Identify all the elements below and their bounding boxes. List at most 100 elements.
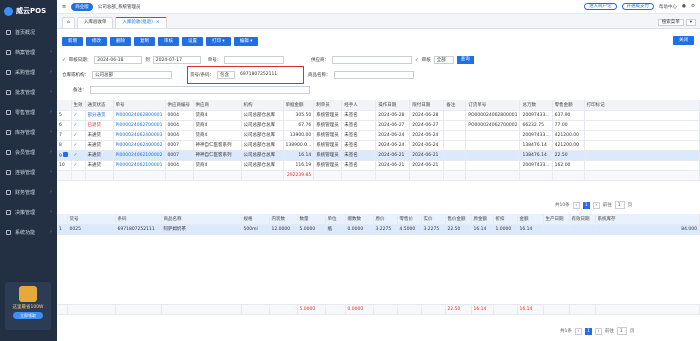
goto-input[interactable]: 1: [616, 327, 627, 335]
close-button[interactable]: 关闭: [673, 36, 694, 45]
tab-receipt-return[interactable]: 入库验收(批退) ×: [115, 17, 167, 28]
warehouse-input[interactable]: 公司总部: [92, 71, 172, 79]
cell: [241, 170, 284, 181]
print-button[interactable]: 打印 ▾: [206, 36, 231, 46]
cell: 162.00: [552, 160, 585, 171]
table-row[interactable]: 10 ✓ 未通货 PI000024062100001 0004 货商4 公司总部仓总库 116…: [57, 160, 700, 171]
date-to-input[interactable]: 2024-07-17: [152, 56, 201, 64]
nav-wholesale[interactable]: 批发管理 ›: [0, 82, 57, 102]
settings-icon[interactable]: ⚙: [691, 4, 695, 9]
cell: [443, 110, 467, 121]
nav-finance[interactable]: 财务管理 ›: [0, 182, 57, 202]
order-input[interactable]: [224, 56, 285, 64]
box-icon: [6, 89, 11, 95]
cell: 2024-06-24: [375, 130, 411, 141]
promo-button[interactable]: 立即领取: [13, 312, 43, 319]
edit-button[interactable]: 修改: [86, 36, 107, 46]
cell: [421, 304, 446, 315]
upgrade-button[interactable]: 开通威支付: [621, 3, 655, 10]
nav-stock[interactable]: 库存管理 ›: [0, 122, 57, 142]
cell: 2024-06-28: [375, 110, 411, 121]
cell: PI000024062100001: [113, 160, 166, 171]
tab-home[interactable]: ⌂: [62, 17, 75, 28]
close-icon[interactable]: ×: [156, 18, 160, 28]
add-button[interactable]: 新增: [62, 36, 83, 46]
table-row[interactable]: 8 ✓ 未通货 PI000024062400002 0007 神神自仁医客系列 公司总部仓总…: [57, 140, 700, 151]
nav-chain[interactable]: 连锁管理 ›: [0, 162, 57, 182]
cell: PI000024062100002: [113, 150, 166, 161]
audit-checkbox[interactable]: ✓: [415, 58, 419, 63]
cell: 公司总部仓总库: [241, 110, 284, 121]
cell: 2024-06-28: [409, 110, 445, 121]
nav-decision[interactable]: 决策管理 ›: [0, 202, 57, 222]
audit-button[interactable]: 审核: [158, 36, 179, 46]
tab-bar: ⌂ 入库验收单 入库验收(批退) × 搜索菜单 ▾: [57, 14, 700, 29]
cell: [465, 140, 521, 151]
cell: [85, 170, 114, 181]
cell: 未签名: [341, 140, 377, 151]
gear-icon: [6, 229, 11, 235]
next-page-icon[interactable]: ›: [592, 201, 600, 209]
nav-member[interactable]: 会员管理 ›: [0, 142, 57, 162]
checkbox-checked-icon[interactable]: [63, 151, 69, 157]
menu-search[interactable]: 搜索菜单: [657, 19, 684, 26]
page-button[interactable]: 1: [582, 201, 590, 209]
nav-purchase[interactable]: 采购管理 ›: [0, 62, 57, 82]
col-header: 零售价: [397, 214, 422, 225]
cell: [269, 304, 298, 315]
nav-home[interactable]: 首页概况: [0, 22, 57, 42]
table-row[interactable]: 6 ✓ 已退货 PI000024062700001 0004 货商4 公司总部仓总库 67.7…: [57, 120, 700, 131]
query-button[interactable]: 查询: [456, 56, 474, 64]
table-row[interactable]: 5 ✓ 部分通货 PI000024062800001 0004 货商4 公司总部仓总库 305…: [57, 110, 700, 121]
menu-icon[interactable]: ≡: [62, 4, 66, 10]
promo-card: 这里最省100W 立即领取: [5, 282, 51, 330]
table-row[interactable]: 1 0025 6971807252111 阿萨姆奶茶 500ml 12.0000 5.000…: [57, 224, 700, 235]
copy-button[interactable]: 复制: [134, 36, 155, 46]
cell: 305.50: [283, 110, 315, 121]
cell: 2024-06-24: [375, 140, 411, 151]
nav-archive[interactable]: 档案管理 ›: [0, 42, 57, 62]
cell: 3.2275: [421, 224, 446, 235]
app-name: 威云POS: [16, 7, 47, 15]
prev-page-icon[interactable]: ‹: [572, 201, 580, 209]
cell: [443, 160, 467, 171]
total-amount: 16.14: [517, 304, 544, 315]
prev-page-icon[interactable]: ‹: [574, 327, 582, 335]
goto-input[interactable]: 1: [614, 201, 625, 209]
shop-icon: [6, 109, 11, 115]
supplier-input[interactable]: [332, 56, 412, 64]
delete-button[interactable]: 删除: [110, 36, 131, 46]
nav-retail[interactable]: 零售管理 ›: [0, 102, 57, 122]
date-from-input[interactable]: 2024-06-18: [94, 56, 143, 64]
cell: 系统管理员: [313, 110, 343, 121]
remark-input[interactable]: [89, 86, 310, 94]
cell: 0004: [165, 110, 194, 121]
help-link[interactable]: 帮助中心: [659, 4, 677, 10]
page-button[interactable]: 1: [584, 327, 592, 335]
next-page-icon[interactable]: ›: [594, 327, 602, 335]
col-header: 制单员: [313, 100, 343, 111]
cell: [57, 170, 72, 181]
table-row-selected[interactable]: 9 ✓ 未通货 PI000024062100002 0007 神神自仁医客系列 公司总部仓…: [57, 150, 700, 161]
audit-label: 审核: [421, 58, 431, 63]
cell: [569, 304, 596, 315]
cell: 瓶: [325, 224, 346, 235]
audit-select[interactable]: 全部: [433, 56, 454, 64]
chevron-right-icon: ›: [50, 149, 52, 155]
tab-receipt[interactable]: 入库验收单: [76, 17, 114, 28]
nav-system[interactable]: 系统功能 ›: [0, 222, 57, 242]
chevron-right-icon: ›: [50, 129, 52, 135]
col-header: 单位: [325, 214, 346, 225]
more-icon[interactable]: ▾: [685, 19, 696, 26]
settings-button[interactable]: 设置: [182, 36, 203, 46]
service-button[interactable]: 进入商户论: [584, 3, 617, 10]
cell: 0007: [165, 140, 194, 151]
row-select[interactable]: 9: [57, 150, 72, 161]
edit-menu-button[interactable]: 编辑 ▾: [233, 36, 259, 46]
cell: 637.90: [552, 110, 585, 121]
col-header: 打印标记: [584, 100, 700, 111]
product-input[interactable]: [333, 71, 414, 79]
audit-date-checkbox[interactable]: ✓: [62, 58, 66, 63]
table-row[interactable]: 7 ✓ 未通货 PI000024062400003 0004 货商4 公司总部仓总库 1390…: [57, 130, 700, 141]
user-icon[interactable]: ●: [682, 4, 686, 9]
